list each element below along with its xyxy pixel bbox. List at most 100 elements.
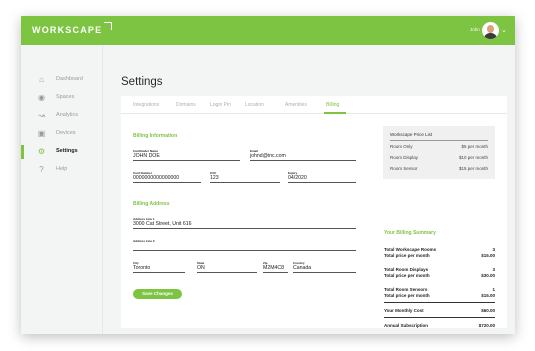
summary-value: $30.00 <box>481 273 495 278</box>
field-value: Toronto <box>133 265 151 271</box>
email-field[interactable]: Email johnd@inc.com <box>250 149 356 161</box>
field-underline <box>197 272 257 273</box>
tab-domains[interactable]: Domains <box>176 102 196 108</box>
avatar[interactable] <box>482 22 499 39</box>
save-changes-button[interactable]: Save Changes <box>133 289 182 299</box>
monthly-cost-row: Your Monthly Cost $60.00 <box>384 308 495 313</box>
active-tab-indicator <box>324 112 346 114</box>
expiry-field[interactable]: Expiry 04/2020 <box>288 171 356 183</box>
zip-field[interactable]: Zip M2M4C8 <box>263 261 288 273</box>
sidebar-item-label: Help <box>56 166 68 172</box>
sidebar: ⌂ Dashboard ◉ Spaces ↝ Analytics ▣ Devic… <box>21 45 103 334</box>
user-name: John <box>470 27 480 32</box>
cvc-field[interactable]: CVC 123 <box>210 171 280 183</box>
summary-label: Total price per month <box>384 253 430 258</box>
sidebar-item-label: Settings <box>56 148 78 154</box>
summary-value: 3 <box>492 267 495 272</box>
question-icon: ? <box>39 165 44 174</box>
state-field[interactable]: State ON <box>197 261 257 273</box>
summary-row: Total price per month $30.00 <box>384 273 495 278</box>
summary-row: Total Room Displays 3 <box>384 267 495 272</box>
summary-value: 3 <box>492 247 495 252</box>
line-chart-icon: ↝ <box>38 111 45 120</box>
price-row: Room Only $5 per month <box>390 144 488 149</box>
address-line-1-field[interactable]: Address Line 1 3000 Cat Street, Unit 616 <box>133 217 356 229</box>
gear-icon: ⚙ <box>37 147 46 156</box>
chevron-down-icon[interactable]: ⌄ <box>501 26 507 34</box>
price-row: Room Display $10 per month <box>390 155 488 160</box>
sidebar-item-label: Spaces <box>56 94 75 100</box>
sidebar-item-label: Dashboard <box>56 76 83 82</box>
summary-label: Total Room Displays <box>384 267 429 272</box>
annual-subscription-row: Annual Subscription $720.00 <box>384 323 495 328</box>
price-row: Room Sensor $15 per month <box>390 166 488 171</box>
sidebar-item-settings[interactable]: ⚙ Settings <box>21 145 103 159</box>
field-underline <box>133 182 201 183</box>
divider <box>390 140 488 141</box>
tab-login-pin[interactable]: Login Pin <box>210 102 231 108</box>
sidebar-item-analytics[interactable]: ↝ Analytics <box>21 109 103 123</box>
field-value: 0000000000000000 <box>133 175 180 181</box>
divider <box>384 317 495 318</box>
field-underline <box>293 272 356 273</box>
logo-mark-icon <box>104 22 112 30</box>
summary-label: Your Monthly Cost <box>384 308 424 313</box>
app-window: WORKSCAPE John ⌄ ⌂ Dashboard ◉ Spaces ↝ … <box>21 16 515 334</box>
field-value: M2M4C8 <box>263 265 285 271</box>
summary-label: Total Room Sensors <box>384 287 428 292</box>
card-number-field[interactable]: Card Number 0000000000000000 <box>133 171 201 183</box>
field-value: ON <box>197 265 205 271</box>
device-icon: ▣ <box>37 129 46 138</box>
city-field[interactable]: City Toronto <box>133 261 185 273</box>
summary-value: $15.00 <box>481 293 495 298</box>
sidebar-item-label: Devices <box>56 130 76 136</box>
field-underline <box>133 160 240 161</box>
summary-row: Total Workscape Rooms 3 <box>384 247 495 252</box>
settings-card: Integrations Domains Login Pin Location … <box>121 96 507 328</box>
tab-billing[interactable]: Billing <box>326 102 339 108</box>
main-content: Settings Integrations Domains Login Pin … <box>104 45 515 334</box>
field-value: Canada <box>293 265 312 271</box>
house-icon: ⌂ <box>39 75 44 84</box>
sidebar-item-label: Analytics <box>56 112 79 118</box>
price-list-title: Workscape Price List <box>390 132 433 137</box>
field-underline <box>250 160 356 161</box>
summary-value: $15.00 <box>481 253 495 258</box>
sidebar-item-help[interactable]: ? Help <box>21 163 103 177</box>
field-underline <box>133 228 356 229</box>
price-label: Room Only <box>390 144 413 149</box>
country-field[interactable]: Country Canada <box>293 261 356 273</box>
field-underline <box>210 182 280 183</box>
price-label: Room Sensor <box>390 166 418 171</box>
tab-integrations[interactable]: Integrations <box>133 102 159 108</box>
cardholder-name-field[interactable]: Cardholder Name JOHN DOE <box>133 149 240 161</box>
field-value: 123 <box>210 175 219 181</box>
app-logo[interactable]: WORKSCAPE <box>32 25 102 35</box>
sidebar-item-spaces[interactable]: ◉ Spaces <box>21 91 103 105</box>
sidebar-item-dashboard[interactable]: ⌂ Dashboard <box>21 73 103 87</box>
field-label: Address Line 2 <box>133 239 155 243</box>
billing-information-title: Billing Information <box>133 133 178 139</box>
price-label: Room Display <box>390 155 419 160</box>
tab-location[interactable]: Location <box>245 102 264 108</box>
summary-label: Total Workscape Rooms <box>384 247 437 252</box>
summary-value: $720.00 <box>478 323 495 328</box>
price-value: $15 per month <box>458 166 488 171</box>
tab-bar: Integrations Domains Login Pin Location … <box>121 96 507 114</box>
summary-label: Total price per month <box>384 273 430 278</box>
tab-amenities[interactable]: Amenities <box>285 102 307 108</box>
divider <box>384 302 495 303</box>
field-underline <box>288 182 356 183</box>
summary-label: Annual Subscription <box>384 323 429 328</box>
field-value: JOHN DOE <box>133 153 160 159</box>
sidebar-item-devices[interactable]: ▣ Devices <box>21 127 103 141</box>
billing-address-title: Billing Address <box>133 201 170 207</box>
billing-summary-title: Your Billing Summary <box>384 230 436 236</box>
location-pin-icon: ◉ <box>38 93 45 102</box>
summary-row: Total price per month $15.00 <box>384 253 495 258</box>
field-value: 3000 Cat Street, Unit 616 <box>133 221 192 227</box>
price-value: $10 per month <box>458 155 488 160</box>
field-value: johnd@inc.com <box>250 153 286 159</box>
summary-value: 1 <box>492 287 495 292</box>
address-line-2-field[interactable]: Address Line 2 <box>133 239 356 251</box>
